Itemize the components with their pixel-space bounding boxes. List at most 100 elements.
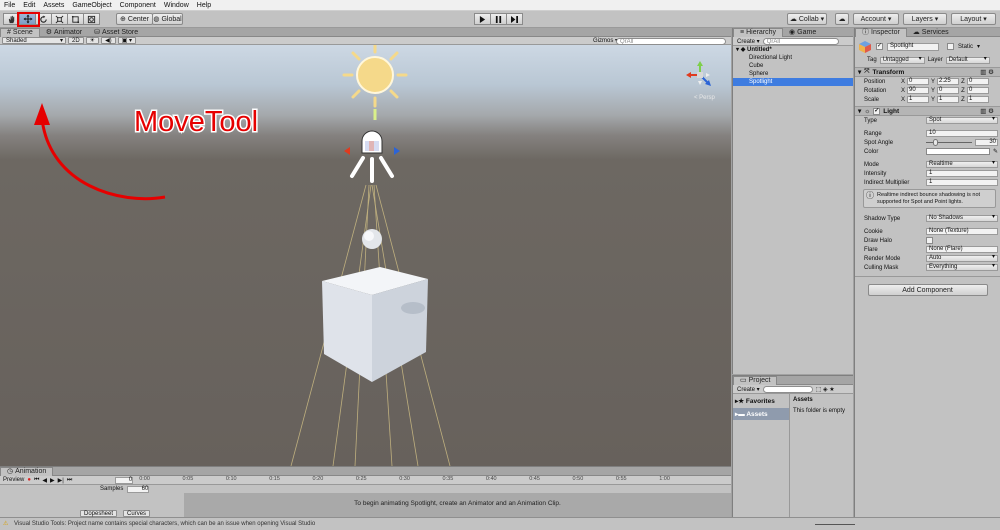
tab-animation[interactable]: ◷ Animation [0,466,54,476]
layout-dropdown[interactable]: Layout ▾ [951,13,996,25]
samples-field[interactable]: 60 [127,485,150,493]
assets-folder-row[interactable]: ▸▬ Assets [733,408,789,420]
next-frame-icon[interactable]: ▶| [58,477,64,484]
tab-project[interactable]: ▭ Project [733,375,778,385]
menu-window[interactable]: Window [160,0,193,11]
step-button[interactable] [506,13,523,25]
component-settings-icons[interactable]: ▥ ⚙ [980,68,994,76]
tab-hierarchy[interactable]: ≡ Hierarchy [733,27,784,37]
hierarchy-item-spotlight[interactable]: Spotlight [733,78,853,86]
record-icon[interactable]: ● [27,477,31,483]
collab-button[interactable]: ☁ Collab ▾ [787,13,827,25]
static-dropdown-icon[interactable]: ▾ [977,43,980,50]
scene-root-row[interactable]: ▾ ◆ Untitled* [733,46,853,54]
lighting-toggle[interactable]: ☀ [85,37,100,44]
curves-button[interactable]: Curves [123,510,151,517]
project-search-input[interactable] [762,385,813,393]
play-anim-icon[interactable]: ▶ [50,477,55,484]
project-create-dropdown[interactable]: Create ▾ [737,386,760,393]
eyedropper-icon[interactable]: ✎ [993,148,998,155]
scale-y-field[interactable]: 1 [937,96,959,103]
scene-search-input[interactable]: QrAll [616,38,726,45]
culling-mask-dropdown[interactable]: Everything [926,264,998,271]
indirect-multiplier-field[interactable]: 1 [926,179,998,186]
tag-dropdown[interactable]: Untagged [879,56,925,64]
status-message[interactable]: Visual Studio Tools: Project name contai… [14,521,315,527]
active-checkbox[interactable]: ✓ [876,43,883,50]
scale-z-field[interactable]: 1 [967,96,989,103]
scale-tool-button[interactable] [51,13,68,25]
flare-field[interactable]: None (Flare) [926,246,998,253]
cloud-services-button[interactable]: ☁ [835,13,849,25]
pause-button[interactable] [490,13,507,25]
menu-component[interactable]: Component [116,0,160,11]
shadow-type-dropdown[interactable]: No Shadows [926,215,998,222]
add-component-button[interactable]: Add Component [867,284,988,296]
zoom-slider[interactable] [815,524,855,525]
rotation-z-field[interactable]: 0 [967,87,989,94]
shading-mode-dropdown[interactable]: Shaded ▾ [2,37,66,44]
timeline-area[interactable]: To begin animating Spotlight, create an … [184,493,731,517]
rotation-y-field[interactable]: 0 [937,87,959,94]
first-frame-icon[interactable]: ⏮ [34,477,39,484]
rotation-x-field[interactable]: 90 [907,87,929,94]
transform-tool-button[interactable] [83,13,100,25]
spot-angle-field[interactable]: 30 [975,139,998,146]
last-frame-icon[interactable]: ⏭ [67,477,72,484]
audio-toggle[interactable]: ◀) [101,37,116,44]
range-field[interactable]: 10 [926,130,998,137]
tab-services[interactable]: ☁ Services [907,28,955,37]
play-button[interactable] [474,13,491,25]
favorites-row[interactable]: ▸★ Favorites [733,394,789,408]
preview-toggle[interactable]: Preview [3,477,24,483]
tab-animator[interactable]: ⚙ Animator [40,28,88,37]
hierarchy-item-cube[interactable]: Cube [733,62,853,70]
tab-inspector[interactable]: ⓘ Inspector [855,27,907,37]
dopesheet-button[interactable]: Dopesheet [80,510,118,517]
transform-header[interactable]: ▾ ⤧ Transform ▥ ⚙ [855,67,1000,77]
account-dropdown[interactable]: Account ▾ [853,13,899,25]
light-enabled-checkbox[interactable]: ✓ [873,107,881,115]
effects-dropdown[interactable]: ▣ ▾ [117,37,137,44]
slider-thumb[interactable] [932,139,938,146]
hierarchy-create-dropdown[interactable]: Create ▾ [737,38,760,45]
menu-assets[interactable]: Assets [39,0,68,11]
hierarchy-item-directional-light[interactable]: Directional Light [733,54,853,62]
cookie-field[interactable]: None (Texture) [926,228,998,235]
tab-scene[interactable]: # Scene [0,27,40,37]
menu-gameobject[interactable]: GameObject [68,0,115,11]
position-y-field[interactable]: 2.25 [937,78,959,85]
hierarchy-item-sphere[interactable]: Sphere [733,70,853,78]
tab-asset-store[interactable]: ⛁ Asset Store [88,28,144,37]
static-checkbox[interactable] [947,43,954,50]
light-type-dropdown[interactable]: Spot [926,117,998,124]
frame-field[interactable]: 0 [115,476,134,484]
position-x-field[interactable]: 0 [907,78,929,85]
scale-x-field[interactable]: 1 [907,96,929,103]
intensity-field[interactable]: 1 [926,170,998,177]
layer-dropdown[interactable]: Default [945,56,990,64]
menu-edit[interactable]: Edit [19,0,39,11]
hierarchy-search-input[interactable]: QrAll [762,37,839,45]
object-name-field[interactable]: Spotlight [887,42,939,51]
layers-dropdown[interactable]: Layers ▾ [903,13,947,25]
light-header[interactable]: ▾ ☼ ✓ Light ▥ ⚙ [855,106,1000,116]
position-z-field[interactable]: 0 [967,78,989,85]
draw-halo-checkbox[interactable] [926,237,933,244]
2d-toggle[interactable]: 2D [68,37,84,44]
spot-angle-slider[interactable] [926,139,972,146]
pivot-global-button[interactable]: ◍ Global [152,13,183,25]
light-mode-dropdown[interactable]: Realtime [926,161,998,168]
menu-file[interactable]: File [0,0,19,11]
scene-view[interactable]: MoveTool < Persp [0,45,731,466]
timeline-ruler[interactable]: 0:00 0:05 0:10 0:15 0:20 0:25 0:30 0:35 0:40 0:45… [139,476,679,484]
menu-help[interactable]: Help [193,0,215,11]
rect-tool-button[interactable] [67,13,84,25]
prev-frame-icon[interactable]: ◀ [42,477,47,484]
filter-icons[interactable]: ⬚ ◈ ★ [816,386,835,393]
tab-game[interactable]: ◉ Game [783,28,822,37]
light-color-swatch[interactable] [926,148,990,155]
component-settings-icons[interactable]: ▥ ⚙ [980,107,994,115]
pivot-center-button[interactable]: ⊕ Center [116,13,153,25]
render-mode-dropdown[interactable]: Auto [926,255,998,262]
